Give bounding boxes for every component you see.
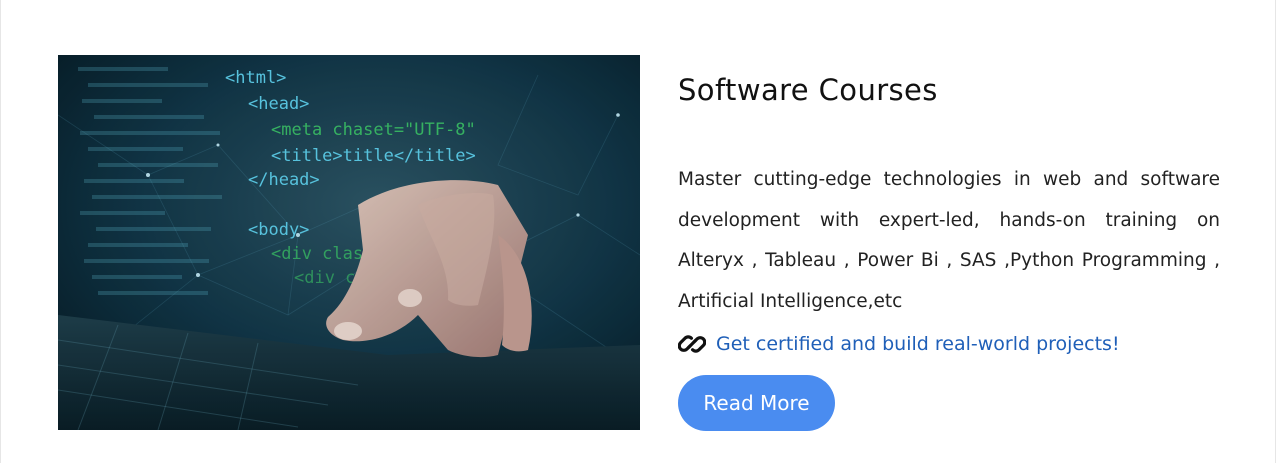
course-content: Software Courses Master cutting-edge tec… [677,55,1220,431]
read-more-button[interactable]: Read More [678,375,835,431]
page: <html> <head> <meta chaset="UTF-8" <titl… [0,0,1276,463]
code-laptop-illustration: <html> <head> <meta chaset="UTF-8" <titl… [58,55,640,430]
course-image: <html> <head> <meta chaset="UTF-8" <titl… [58,55,640,430]
certification-note: Get certified and build real-world proje… [677,327,1220,361]
chain-link-icon [677,330,707,358]
certification-text: Get certified and build real-world proje… [716,333,1120,355]
course-description: Master cutting-edge technologies in web … [678,169,1220,312]
course-title: Software Courses [678,73,938,107]
